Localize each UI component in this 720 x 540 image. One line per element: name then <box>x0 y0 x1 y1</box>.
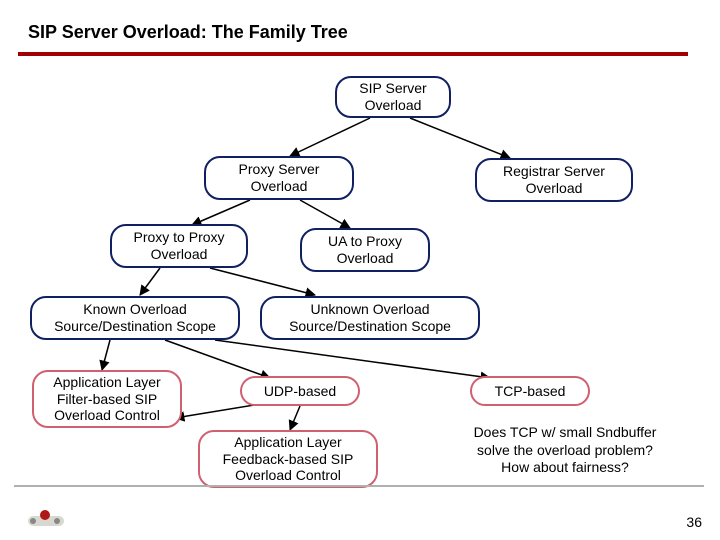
footer-rule <box>14 485 704 487</box>
node-unknown-scope: Unknown OverloadSource/Destination Scope <box>260 296 480 340</box>
footer-logo <box>28 510 64 528</box>
node-udp: UDP-based <box>240 376 360 406</box>
node-proxy-to-proxy: Proxy to ProxyOverload <box>110 224 248 268</box>
page-title: SIP Server Overload: The Family Tree <box>28 22 348 43</box>
node-ua-to-proxy: UA to ProxyOverload <box>300 228 430 272</box>
title-rule <box>18 52 688 56</box>
annotation-tcp-question: Does TCP w/ small Sndbuffersolve the ove… <box>440 424 690 477</box>
node-proxy-server: Proxy ServerOverload <box>204 156 354 200</box>
node-app-filter: Application LayerFilter-based SIPOverloa… <box>32 370 182 428</box>
node-tcp: TCP-based <box>470 376 590 406</box>
node-app-feedback: Application LayerFeedback-based SIPOverl… <box>198 430 378 488</box>
node-registrar: Registrar ServerOverload <box>475 158 633 202</box>
node-known-scope: Known OverloadSource/Destination Scope <box>30 296 240 340</box>
node-root: SIP ServerOverload <box>335 76 451 118</box>
slide-number: 36 <box>686 514 702 530</box>
